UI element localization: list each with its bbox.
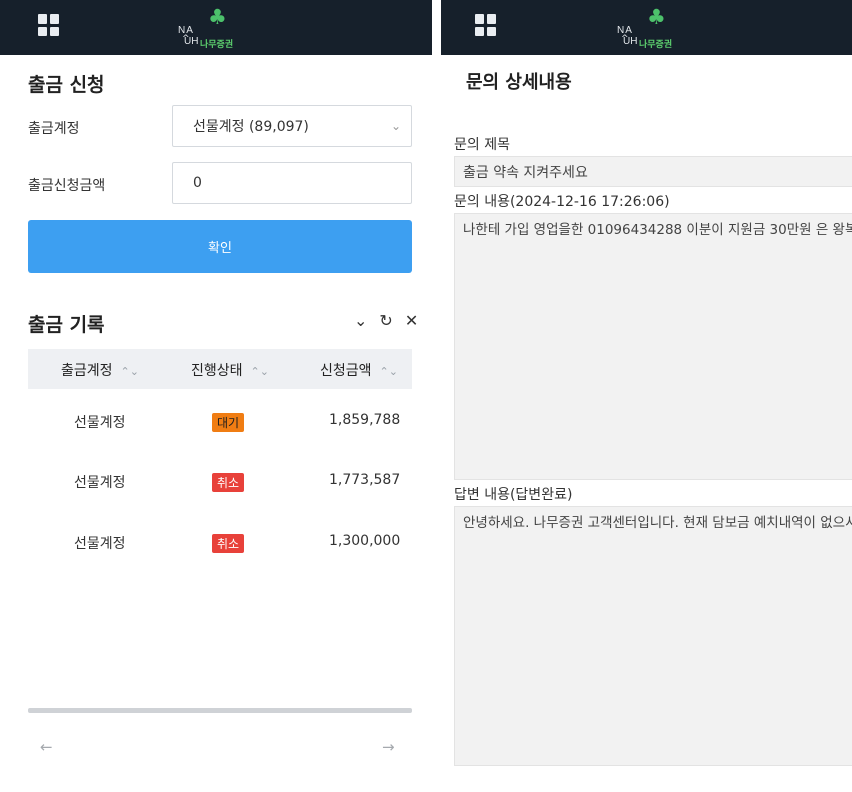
account-label: 출금계정 — [28, 121, 80, 137]
account-select-value: 선물계정 (89,097) — [193, 119, 309, 135]
inquiry-detail-panel: ♣ NA ^ UH 나무증권 문의 상세내용 문의 제목 출금 약속 지켜주세요… — [441, 0, 852, 792]
column-label: 진행상태 — [191, 363, 243, 379]
close-icon[interactable]: ✕ — [405, 311, 418, 330]
row-amount: 1,300,000 — [329, 533, 401, 549]
row-account: 선물계정 — [74, 415, 126, 431]
top-bar: ♣ NA ^ UH 나무증권 — [0, 0, 432, 55]
logo-uh: UH — [623, 36, 638, 47]
row-amount: 1,859,788 — [329, 412, 401, 428]
tree-logo-icon: ♣ — [647, 5, 666, 29]
tree-logo-icon: ♣ — [208, 5, 227, 29]
column-header-amount[interactable]: 신청금액 ⌃⌄ — [320, 360, 398, 380]
amount-label: 출금신청금액 — [28, 178, 106, 194]
answer-field: 안녕하세요. 나무증권 고객센터입니다. 현재 담보금 예치내역이 없으셔서 전… — [454, 506, 852, 766]
logo-uh: UH — [184, 36, 199, 47]
column-header-status[interactable]: 진행상태 ⌃⌄ — [191, 360, 269, 380]
amount-input-value: 0 — [193, 175, 202, 191]
subject-label: 문의 제목 — [454, 137, 510, 153]
withdraw-panel: ♣ NA ^ UH 나무증권 출금 신청 출금계정 선물계정 (89,097) … — [0, 0, 432, 792]
grid-menu-icon[interactable] — [475, 14, 497, 36]
row-account: 선물계정 — [74, 536, 126, 552]
status-badge: 취소 — [212, 534, 245, 553]
withdraw-title: 출금 신청 — [28, 74, 105, 96]
column-label: 신청금액 — [320, 363, 372, 379]
sort-icon: ⌃⌄ — [250, 365, 269, 378]
chevron-down-icon[interactable]: ⌄ — [354, 311, 367, 330]
account-select[interactable]: 선물계정 (89,097) ⌄ — [172, 105, 412, 147]
logo[interactable]: ♣ NA ^ UH 나무증권 — [617, 5, 727, 50]
logo[interactable]: ♣ NA ^ UH 나무증권 — [178, 5, 288, 50]
content-field: 나한테 가입 영업을한 01096434288 이분이 지원금 30만원 은 왕… — [454, 213, 852, 480]
grid-menu-icon[interactable] — [38, 14, 60, 36]
sort-icon: ⌃⌄ — [379, 365, 398, 378]
confirm-button[interactable]: 확인 — [28, 220, 412, 273]
subject-field: 출금 약속 지켜주세요 — [454, 156, 852, 187]
page-title: 문의 상세내용 — [466, 72, 572, 93]
row-account: 선물계정 — [74, 475, 126, 491]
status-badge: 대기 — [212, 413, 245, 432]
content-label: 문의 내용(2024-12-16 17:26:06) — [454, 194, 670, 210]
arrow-left-icon[interactable]: ← — [40, 738, 53, 756]
column-header-account[interactable]: 출금계정 ⌃⌄ — [61, 360, 139, 380]
logo-brand: 나무증권 — [200, 40, 234, 50]
row-amount: 1,773,587 — [329, 472, 401, 488]
logo-brand: 나무증권 — [639, 40, 673, 50]
status-badge: 취소 — [212, 473, 245, 492]
answer-label: 답변 내용(답변완료) — [454, 487, 573, 503]
column-label: 출금계정 — [61, 363, 113, 379]
history-title: 출금 기록 — [28, 314, 105, 336]
refresh-icon[interactable]: ↻ — [379, 311, 392, 330]
sort-icon: ⌃⌄ — [120, 365, 139, 378]
top-bar: ♣ NA ^ UH 나무증권 — [441, 0, 852, 55]
arrow-right-icon[interactable]: → — [382, 738, 395, 756]
history-tools: ⌄ ↻ ✕ — [354, 311, 418, 330]
amount-input[interactable]: 0 — [172, 162, 412, 204]
horizontal-scrollbar[interactable] — [28, 708, 412, 713]
chevron-down-icon: ⌄ — [390, 119, 401, 133]
history-table-header: 출금계정 ⌃⌄ 진행상태 ⌃⌄ 신청금액 ⌃⌄ — [28, 349, 412, 389]
